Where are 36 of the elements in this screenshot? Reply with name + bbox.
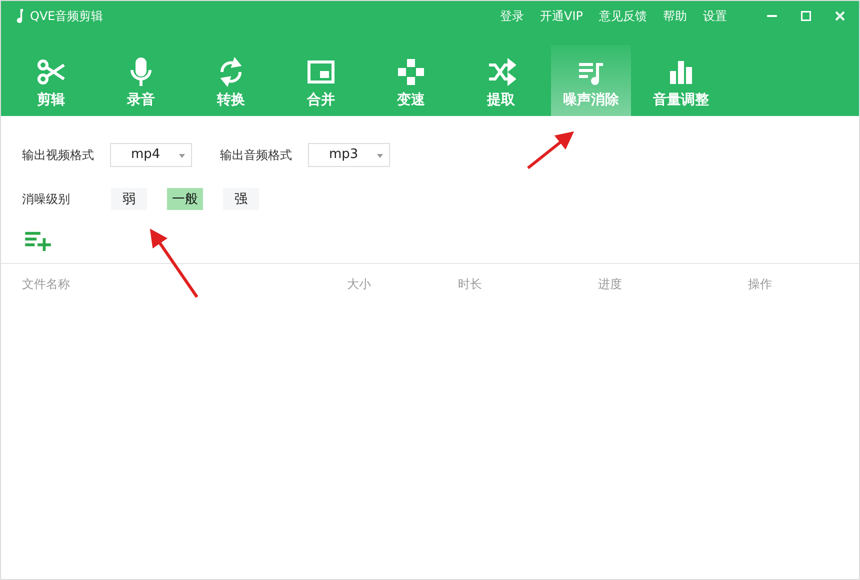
menu-link[interactable]: 帮助 [663,8,687,24]
menu-link[interactable]: 登录 [500,8,524,24]
field-label: 消噪级别 [22,190,70,208]
toolbar-tab[interactable]: 变速 [371,45,451,116]
plus-dots-icon [396,57,426,87]
level-option[interactable]: 强 [223,188,259,210]
menu-link[interactable]: 设置 [703,8,727,24]
toolbar-tab[interactable]: 提取 [461,45,541,116]
column-header: 大小 [347,276,371,293]
field-label: 输出音频格式 [220,146,292,164]
maximize-icon[interactable] [801,11,811,21]
toolbar-tab[interactable]: 合并 [281,45,361,116]
close-icon[interactable] [835,11,845,21]
toolbar-tab[interactable]: 噪声消除 [551,45,631,116]
menu-link[interactable]: 开通VIP [540,8,583,24]
column-header: 文件名称 [22,276,70,293]
level-option[interactable]: 弱 [111,188,147,210]
toolbar-tab[interactable]: 音量调整 [641,45,721,116]
window-title: QVE音频剪辑 [30,8,104,24]
format-dropdown[interactable]: mp3 [308,143,390,167]
column-header: 进度 [598,276,622,293]
toolbar-tab[interactable]: 转换 [191,45,271,116]
format-dropdown[interactable]: mp4 [110,143,192,167]
annotation-arrow [527,131,574,170]
column-header: 操作 [748,276,772,293]
music-note-icon [15,9,24,23]
add-to-list-icon[interactable] [25,230,52,251]
level-option[interactable]: 一般 [167,188,203,210]
toolbar-tab[interactable]: 录音 [101,45,181,116]
field-label: 输出视频格式 [22,146,94,164]
scissors-icon [36,57,66,87]
shuffle-icon [486,57,516,87]
column-header: 时长 [458,276,482,293]
annotation-arrow [150,228,198,298]
menu-link[interactable]: 意见反馈 [599,8,647,24]
toolbar-tab[interactable]: 剪辑 [11,45,91,116]
